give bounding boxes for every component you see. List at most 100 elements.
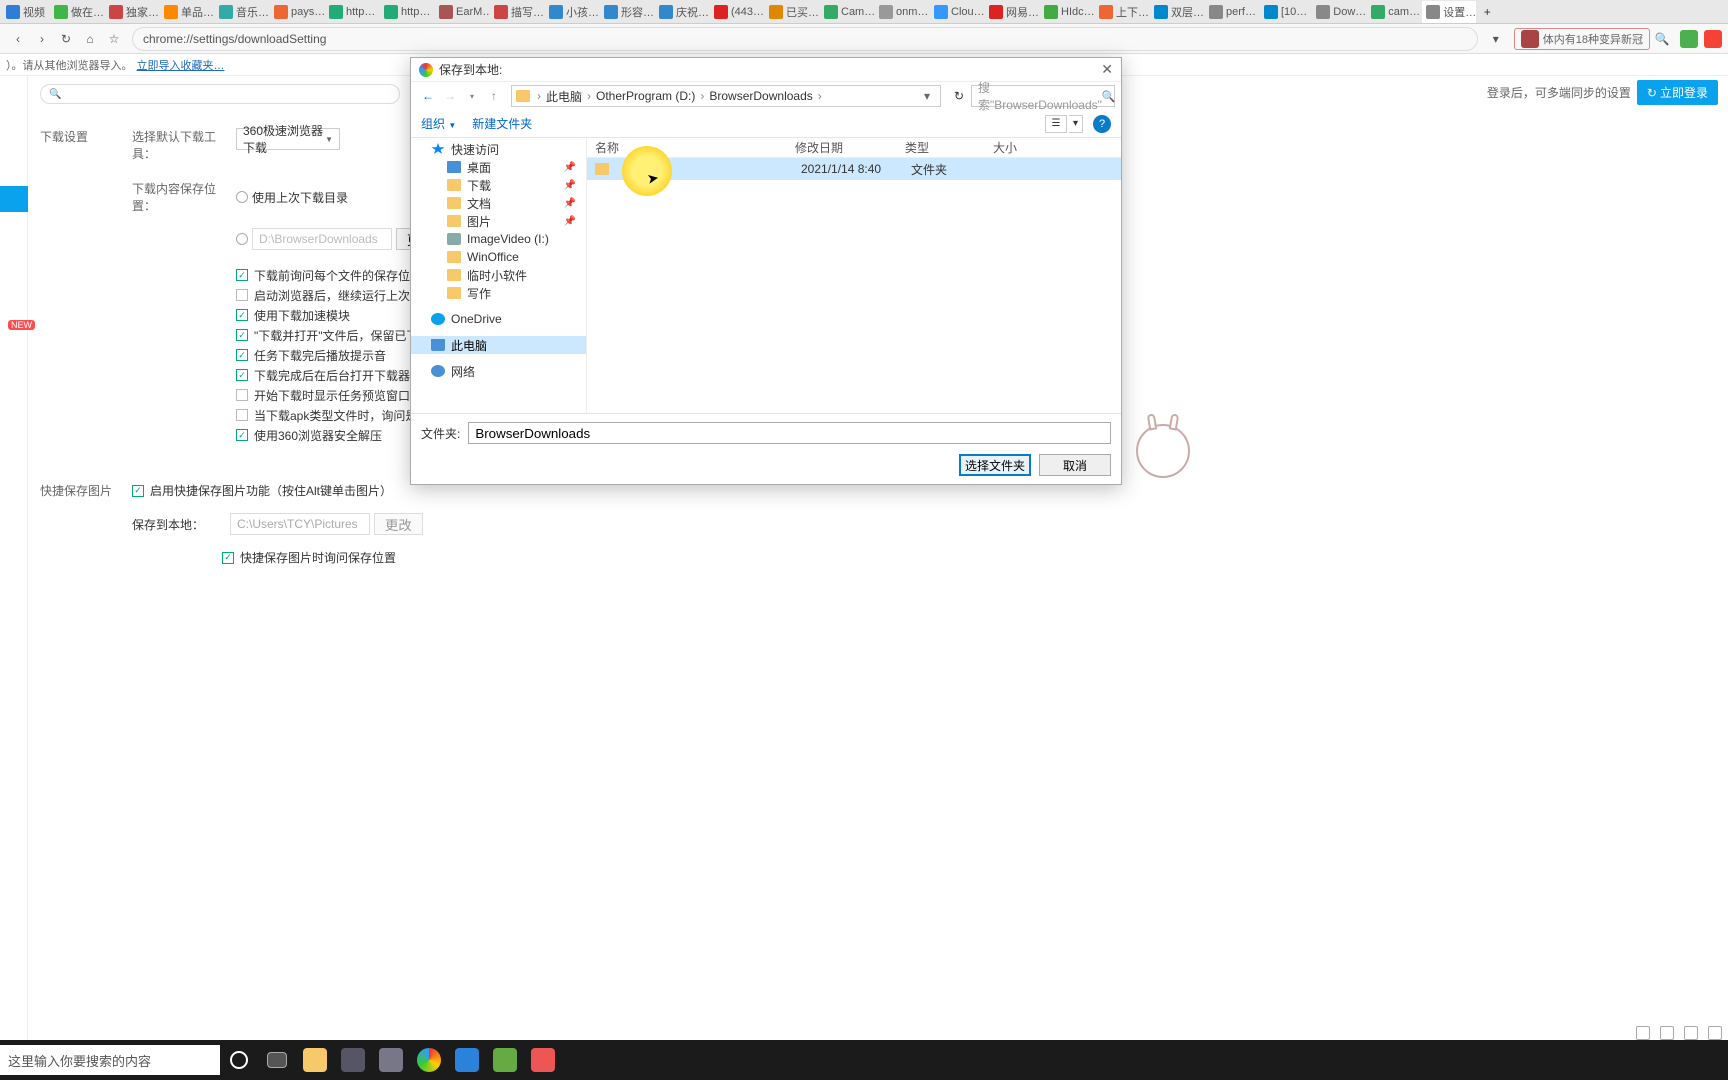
url-dropdown-icon[interactable]: ▾ xyxy=(1484,27,1508,51)
browser-tab[interactable]: [10… xyxy=(1260,1,1311,23)
browser-tab[interactable]: EarM… xyxy=(435,1,489,23)
checkbox[interactable]: ✓ xyxy=(236,349,248,361)
browser-tab[interactable]: 视频 xyxy=(2,1,49,23)
view-mode-dropdown[interactable]: ▾ xyxy=(1069,115,1083,133)
extension-notice[interactable]: 体内有18种变异新冠 xyxy=(1514,28,1650,50)
side-writing[interactable]: 写作 xyxy=(411,284,586,302)
taskbar-search-input[interactable]: 这里输入你要搜索的内容 xyxy=(0,1045,220,1075)
nav-forward-button[interactable]: › xyxy=(30,27,54,51)
col-size[interactable]: 大小 xyxy=(985,139,1035,156)
checkbox[interactable]: ✓ xyxy=(236,389,248,401)
nav-favorite-button[interactable]: ☆ xyxy=(102,27,126,51)
dialog-recent-dropdown[interactable]: ▾ xyxy=(461,85,483,107)
new-folder-button[interactable]: 新建文件夹 xyxy=(472,115,532,132)
browser-tab[interactable]: 设置… xyxy=(1422,1,1476,23)
side-onedrive[interactable]: OneDrive xyxy=(411,310,586,328)
browser-tab[interactable]: 做在… xyxy=(50,1,104,23)
side-network[interactable]: 网络 xyxy=(411,362,586,380)
checkbox[interactable]: ✓ xyxy=(236,309,248,321)
task-app-icon[interactable] xyxy=(524,1041,562,1079)
col-name[interactable]: 名称 xyxy=(587,139,787,156)
dialog-close-button[interactable]: ✕ xyxy=(1101,61,1113,78)
settings-search-input[interactable] xyxy=(40,84,400,104)
col-type[interactable]: 类型 xyxy=(897,139,985,156)
crumb-dropdown-icon[interactable]: ▾ xyxy=(918,89,936,103)
task-app-icon[interactable] xyxy=(334,1041,372,1079)
checkbox[interactable]: ✓ xyxy=(236,329,248,341)
dialog-help-button[interactable]: ? xyxy=(1093,115,1111,133)
quicksave-change-button[interactable]: 更改 xyxy=(374,513,423,535)
select-folder-button[interactable]: 选择文件夹 xyxy=(959,454,1031,476)
side-downloads[interactable]: 下载📌 xyxy=(411,176,586,194)
crumb-thispc[interactable]: 此电脑 xyxy=(544,88,584,105)
status-icon[interactable] xyxy=(1660,1026,1674,1040)
dialog-refresh-button[interactable]: ↻ xyxy=(947,85,971,107)
browser-tab[interactable]: 网易… xyxy=(985,1,1039,23)
folder-name-input[interactable] xyxy=(468,422,1111,444)
cancel-button[interactable]: 取消 xyxy=(1039,454,1111,476)
organize-dropdown[interactable]: 组织 ▼ xyxy=(421,115,456,132)
browser-tab[interactable]: 庆祝… xyxy=(655,1,709,23)
dialog-breadcrumb[interactable]: › 此电脑 › OtherProgram (D:) › BrowserDownl… xyxy=(511,85,941,107)
side-documents[interactable]: 文档📌 xyxy=(411,194,586,212)
address-bar[interactable]: chrome://settings/downloadSetting xyxy=(132,27,1478,51)
checkbox[interactable]: ✓ xyxy=(236,289,248,301)
browser-tab[interactable]: 独家… xyxy=(105,1,159,23)
dialog-up-button[interactable]: ↑ xyxy=(483,85,505,107)
browser-tab[interactable]: 双层… xyxy=(1150,1,1204,23)
nav-reload-button[interactable]: ↻ xyxy=(54,27,78,51)
checkbox[interactable]: ✓ xyxy=(236,429,248,441)
status-icon[interactable] xyxy=(1684,1026,1698,1040)
browser-tab[interactable]: Cam… xyxy=(820,1,874,23)
browser-tab[interactable]: Dow… xyxy=(1312,1,1366,23)
nav-home-button[interactable]: ⌂ xyxy=(78,27,102,51)
quicksave-path-input[interactable]: C:\Users\TCY\Pictures xyxy=(230,513,370,535)
side-this-pc[interactable]: 此电脑 xyxy=(411,336,586,354)
task-view-icon[interactable] xyxy=(258,1041,296,1079)
browser-tab[interactable]: http… xyxy=(325,1,379,23)
browser-tab[interactable]: 单品… xyxy=(160,1,214,23)
view-mode-button[interactable]: ☰ xyxy=(1045,115,1067,133)
download-path-input[interactable]: D:\BrowserDownloads xyxy=(252,228,392,250)
side-imagevideo-drive[interactable]: ImageVideo (I:) xyxy=(411,230,586,248)
side-quick-access[interactable]: 快速访问 xyxy=(411,140,586,158)
browser-tab[interactable]: onm… xyxy=(875,1,929,23)
list-item-pictures[interactable]: Pictures 2021/1/14 8:40 文件夹 xyxy=(587,158,1121,180)
url-search-icon[interactable]: 🔍 xyxy=(1650,27,1674,51)
radio-use-last-dir[interactable] xyxy=(236,191,248,203)
task-app-icon[interactable] xyxy=(372,1041,410,1079)
settings-nav-selected-indicator[interactable] xyxy=(0,186,28,212)
browser-tab[interactable]: 小孩… xyxy=(545,1,599,23)
checkbox[interactable]: ✓ xyxy=(236,409,248,421)
task-app-icon[interactable] xyxy=(448,1041,486,1079)
crumb-drive[interactable]: OtherProgram (D:) xyxy=(594,89,697,103)
browser-tab[interactable]: 音乐… xyxy=(215,1,269,23)
extension-menu-icon[interactable] xyxy=(1704,30,1722,48)
side-winoffice[interactable]: WinOffice xyxy=(411,248,586,266)
browser-tab[interactable]: HIdc… xyxy=(1040,1,1094,23)
browser-tab[interactable]: 已买… xyxy=(765,1,819,23)
quicksave-enable-checkbox[interactable]: ✓ xyxy=(132,485,144,497)
side-desktop[interactable]: 桌面📌 xyxy=(411,158,586,176)
dialog-search-input[interactable]: 搜索"BrowserDownloads" 🔍 xyxy=(971,85,1115,107)
task-explorer-icon[interactable] xyxy=(296,1041,334,1079)
browser-tab[interactable]: pays… xyxy=(270,1,324,23)
task-app-icon[interactable] xyxy=(486,1041,524,1079)
extension-apps-icon[interactable] xyxy=(1680,30,1698,48)
nav-back-button[interactable]: ‹ xyxy=(6,27,30,51)
status-icon[interactable] xyxy=(1708,1026,1722,1040)
quicksave-ask-checkbox[interactable]: ✓ xyxy=(222,552,234,564)
status-icon[interactable] xyxy=(1636,1026,1650,1040)
download-tool-dropdown[interactable]: 360极速浏览器下载 ▼ xyxy=(236,128,340,150)
browser-tab[interactable]: 描写… xyxy=(490,1,544,23)
browser-tab[interactable]: 上下… xyxy=(1095,1,1149,23)
login-button[interactable]: 立即登录 xyxy=(1637,80,1718,105)
bookmark-import-link[interactable]: 立即导入收藏夹… xyxy=(137,57,225,73)
browser-tab[interactable]: cam… xyxy=(1367,1,1421,23)
browser-tab[interactable]: 形容… xyxy=(600,1,654,23)
dialog-forward-button[interactable]: → xyxy=(439,85,461,107)
browser-tab[interactable]: http… xyxy=(380,1,434,23)
col-date[interactable]: 修改日期 xyxy=(787,139,897,156)
side-tempapps[interactable]: 临时小软件 xyxy=(411,266,586,284)
radio-custom-dir[interactable] xyxy=(236,233,248,245)
